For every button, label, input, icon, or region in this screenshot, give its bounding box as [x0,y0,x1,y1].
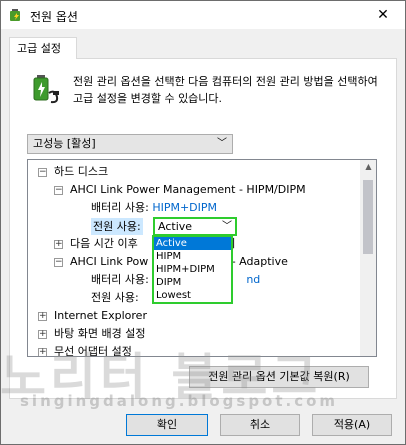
tree-item-plugged-in-2[interactable]: 전원 사용: [91,290,139,306]
collapse-icon[interactable]: − [38,168,47,177]
title-bar: 전원 옵션 ✕ [1,1,405,29]
tree-item-wireless-adapter[interactable]: + 무선 어댑터 설정 [38,344,132,356]
dropdown-option-active[interactable]: Active [154,237,231,250]
chevron-down-icon: ﹀ [222,221,232,232]
battery-value-link[interactable]: HIPM+DIPM [152,201,217,214]
chevron-down-icon: ﹀ [217,138,227,149]
power-options-window: 전원 옵션 ✕ 고급 설정 전원 관리 옵션을 선택한 다음 컴퓨터의 전원 관… [0,0,406,445]
plugged-in-label: 전원 사용: [91,218,143,235]
power-options-app-icon [10,9,20,21]
expand-icon[interactable]: + [38,330,47,339]
window-title: 전원 옵션 [30,10,78,24]
close-icon[interactable]: ✕ [361,1,405,29]
apply-button[interactable]: 적용(A) [312,414,392,436]
dropdown-option-lowest[interactable]: Lowest [154,289,231,302]
plugged-in-value: Active [158,220,193,233]
tree-item-ahci-hipm-dipm[interactable]: − AHCI Link Power Management - HIPM/DIPM [54,182,306,198]
tree-item-battery-setting[interactable]: 배터리 사용: HIPM+DIPM [91,200,217,216]
plugged-in-select[interactable]: Active ﹀ [153,217,237,236]
power-plan-select[interactable]: 고성능 [활성] ﹀ [27,134,233,154]
expand-icon[interactable]: + [38,312,47,321]
cancel-button[interactable]: 취소 [220,414,300,436]
power-setting-dropdown-list[interactable]: Active HIPM HIPM+DIPM DIPM Lowest [152,235,233,304]
battery-power-icon [33,75,59,104]
dropdown-option-hipm-dipm[interactable]: HIPM+DIPM [154,263,231,276]
dropdown-option-dipm[interactable]: DIPM [154,276,231,289]
tree-item-internet-explorer[interactable]: + Internet Explorer [38,308,147,324]
restore-defaults-button[interactable]: 전원 관리 옵션 기본값 복원(R) [189,366,369,388]
tree-item-desktop-background[interactable]: + 바탕 화면 배경 설정 [38,326,145,342]
expand-icon[interactable]: + [38,348,47,356]
tab-advanced-settings[interactable]: 고급 설정 [9,37,77,59]
expand-icon[interactable]: + [54,240,63,249]
dropdown-option-hipm[interactable]: HIPM [154,250,231,263]
collapse-icon[interactable]: − [54,186,63,195]
scroll-up-icon[interactable]: ▲ [360,162,376,171]
tree-item-hard-disk[interactable]: − 하드 디스크 [38,164,108,180]
ok-button[interactable]: 확인 [126,414,208,436]
power-plan-value: 고성능 [활성] [33,137,96,150]
scrollbar-thumb[interactable] [363,180,373,254]
tree-scrollbar[interactable]: ▲ [360,160,376,356]
collapse-icon[interactable]: − [54,258,63,267]
description-text: 전원 관리 옵션을 선택한 다음 컴퓨터의 전원 관리 방법을 선택하여 고급 … [73,75,378,105]
